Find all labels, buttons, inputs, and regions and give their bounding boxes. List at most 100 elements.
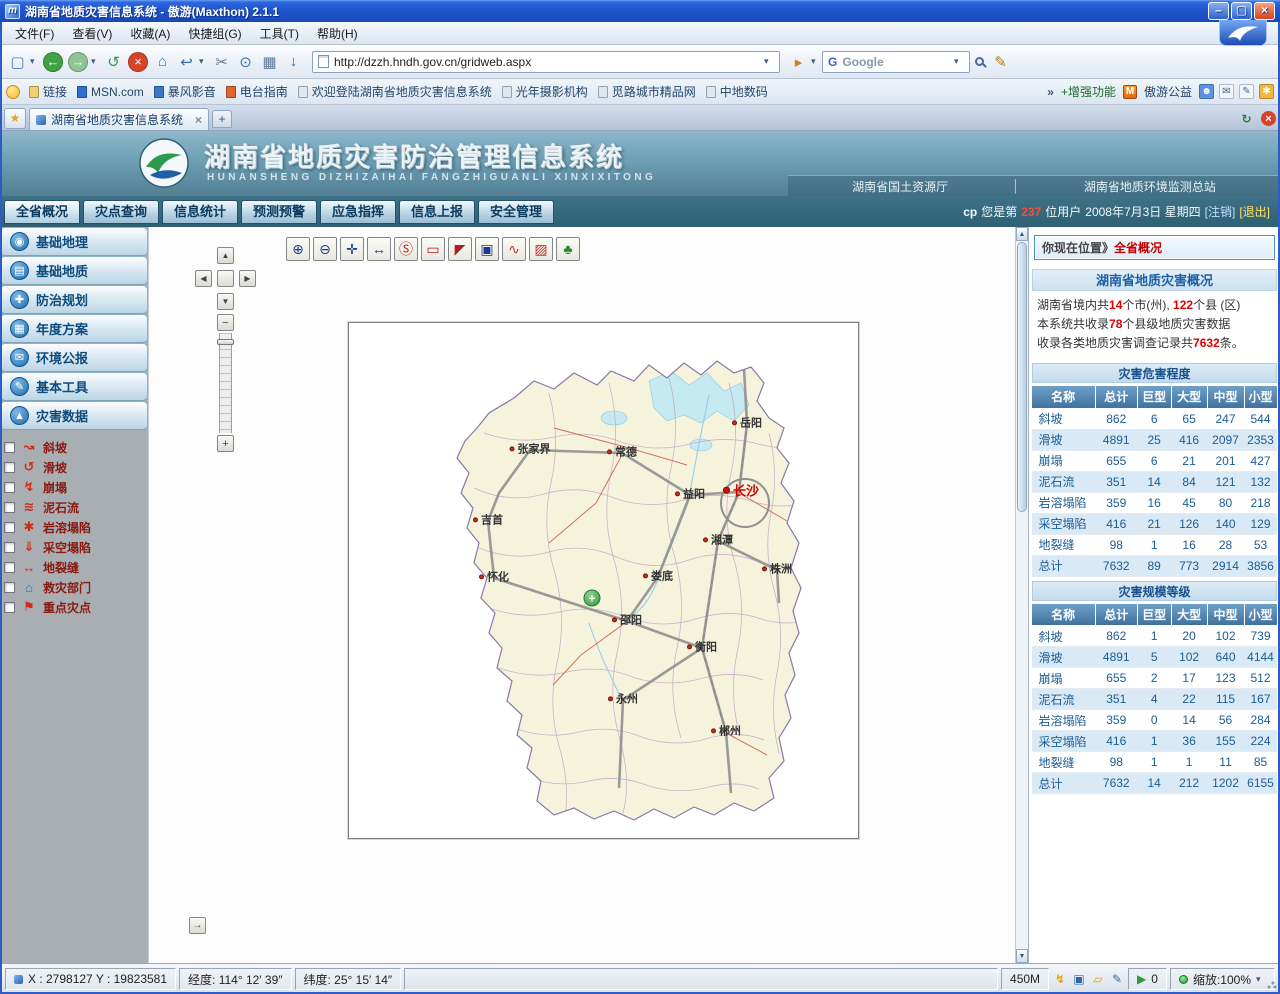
links-bar-item[interactable]: 暴风影音 [154, 83, 216, 100]
zoom-cell[interactable]: 缩放:100% ▾ [1170, 968, 1275, 990]
banner-link[interactable]: 湖南省地质环境监测总站 [1084, 178, 1216, 195]
sidebar-button[interactable]: ✎基本工具 [0, 372, 148, 401]
go-button[interactable]: ▸ [787, 50, 810, 74]
links-more-icon[interactable]: » [1047, 85, 1054, 99]
full-extent-icon[interactable]: Ⓢ [394, 237, 418, 261]
select-rect-icon[interactable]: ▭ [421, 237, 445, 261]
vertical-scrollbar[interactable]: ▲ ▼ [1015, 227, 1028, 963]
map-city-label[interactable]: 株洲 [762, 560, 792, 576]
search-dropdown-icon[interactable]: ▾ [954, 56, 964, 67]
scroll-up-icon[interactable]: ▲ [1016, 227, 1028, 241]
nav-tab-1[interactable]: 灾点查询 [83, 200, 159, 224]
map-city-label[interactable]: 岳阳 [732, 414, 762, 430]
links-bar-item[interactable]: 觅路城市精品网 [598, 83, 696, 100]
address-url[interactable]: http://dzzh.hndh.gov.cn/gridweb.aspx [334, 55, 759, 69]
zoom-slider-handle[interactable] [217, 339, 234, 345]
search-engine-label[interactable]: Google [842, 55, 949, 69]
draw-line-icon[interactable]: ∿ [502, 237, 526, 261]
map-city-label[interactable]: 常德 [607, 443, 637, 459]
layer-tree-icon[interactable]: ♣ [556, 237, 580, 261]
map-scroll-right-button[interactable]: → [189, 917, 206, 934]
maxthon-logo-panel[interactable] [1219, 20, 1267, 46]
tab-title[interactable]: 湖南省地质灾害信息系统 [51, 111, 190, 128]
capture-button[interactable]: ▦ [258, 50, 281, 74]
history-dropdown[interactable]: ▾ [91, 56, 101, 67]
clock-button[interactable]: ⊙ [234, 50, 257, 74]
nav-tab-3[interactable]: 预测预警 [241, 200, 317, 224]
favorites-star-icon[interactable]: ★ [4, 108, 26, 129]
new-tab-button[interactable]: + [212, 110, 232, 128]
exit-link[interactable]: [退出] [1239, 203, 1270, 220]
links-bar-item[interactable]: 中地数码 [706, 83, 768, 100]
scrollbar-thumb[interactable] [1017, 242, 1027, 512]
zoom-dropdown-icon[interactable]: ▾ [1256, 974, 1266, 985]
map-city-label[interactable]: 邵阳 [612, 611, 642, 627]
pan-up-button[interactable]: ▲ [217, 247, 234, 264]
zoom-in-icon[interactable]: ⊕ [286, 237, 310, 261]
links-bar-item[interactable]: 光年摄影机构 [502, 83, 588, 100]
edit-icon[interactable]: ✎ [989, 50, 1012, 74]
address-bar[interactable]: http://dzzh.hndh.gov.cn/gridweb.aspx ▾ [312, 51, 780, 73]
enhance-button[interactable]: +增强功能 [1061, 83, 1116, 100]
download-button[interactable]: ↓ [282, 50, 305, 74]
map-city-label[interactable]: 湘潭 [703, 531, 733, 547]
menu-item[interactable]: 文件(F) [6, 23, 63, 44]
stop-button[interactable]: × [128, 52, 148, 72]
search-box[interactable]: G Google ▾ [822, 51, 970, 73]
sidebar-button[interactable]: ▦年度方案 [0, 314, 148, 343]
sidebar-button[interactable]: ✉环境公报 [0, 343, 148, 372]
map-city-label[interactable]: 衡阳 [687, 638, 717, 654]
zoom-window-icon[interactable]: ▣ [475, 237, 499, 261]
map-city-label[interactable]: 张家界 [510, 440, 551, 456]
community-icon[interactable]: ☻ [1199, 84, 1214, 99]
map-city-label[interactable]: 娄底 [643, 567, 673, 583]
charity-button[interactable]: 傲游公益 [1144, 83, 1192, 100]
eraser-icon[interactable]: ▨ [529, 237, 553, 261]
snap-button[interactable]: ✂ [210, 50, 233, 74]
menu-item[interactable]: 查看(V) [63, 23, 121, 44]
map-city-label[interactable]: 吉首 [473, 511, 503, 527]
links-bar-item[interactable]: MSN.com [77, 85, 144, 99]
measure-icon[interactable]: ↔ [367, 237, 391, 261]
menu-item[interactable]: 收藏(A) [121, 23, 179, 44]
nav-tab-0[interactable]: 全省概况 [4, 200, 80, 224]
scroll-down-icon[interactable]: ▼ [1016, 949, 1028, 963]
smiley-icon[interactable] [6, 85, 20, 99]
close-button[interactable]: × [1254, 2, 1275, 20]
tab-refresh-icon[interactable]: ↻ [1238, 110, 1255, 127]
legend-checkbox[interactable] [4, 522, 15, 533]
refresh-button[interactable]: ↺ [102, 50, 125, 74]
map-city-label[interactable]: 郴州 [711, 722, 741, 738]
go-dropdown-icon[interactable]: ▾ [811, 56, 821, 67]
boost-icon[interactable]: ↯ [1052, 972, 1068, 986]
new-page-button[interactable]: ▢ [6, 50, 29, 74]
links-bar-item[interactable]: 电台指南 [226, 83, 288, 100]
pan-down-button[interactable]: ▼ [217, 293, 234, 310]
monitor-icon[interactable]: ▣ [1071, 972, 1087, 986]
map-city-label[interactable]: 长沙 [723, 481, 759, 500]
minimize-button[interactable]: – [1208, 2, 1229, 20]
legend-checkbox[interactable] [4, 442, 15, 453]
zoom-value[interactable]: 缩放:100% [1193, 971, 1251, 988]
address-dropdown-icon[interactable]: ▾ [764, 56, 774, 67]
maximize-button[interactable]: ▢ [1231, 2, 1252, 20]
map-canvas[interactable]: 张家界常德岳阳益阳长沙吉首湘潭株洲怀化娄底邵阳衡阳永州郴州 + [348, 322, 859, 839]
legend-checkbox[interactable] [4, 562, 15, 573]
zoom-plus-button[interactable]: + [217, 435, 234, 452]
zoom-minus-button[interactable]: − [217, 314, 234, 331]
pan-left-button[interactable]: ◀ [195, 270, 212, 287]
skin-icon[interactable]: ✱ [1259, 84, 1274, 99]
banner-link[interactable]: 湖南省国土资源厅 [852, 178, 948, 195]
nav-tab-2[interactable]: 信息统计 [162, 200, 238, 224]
nav-tab-6[interactable]: 安全管理 [478, 200, 554, 224]
new-page-dropdown[interactable]: ▾ [30, 56, 40, 67]
pan-right-button[interactable]: ▶ [239, 270, 256, 287]
zoom-slider-track[interactable] [219, 333, 232, 433]
select-arrow-icon[interactable]: ◤ [448, 237, 472, 261]
pan-icon[interactable]: ✛ [340, 237, 364, 261]
undo-button[interactable]: ↩ [175, 50, 198, 74]
tab-current[interactable]: 湖南省地质灾害信息系统 × [29, 108, 209, 130]
mail-icon[interactable]: ✉ [1219, 84, 1234, 99]
note-icon[interactable]: ✎ [1239, 84, 1254, 99]
links-bar-item[interactable]: 链接 [29, 83, 67, 100]
